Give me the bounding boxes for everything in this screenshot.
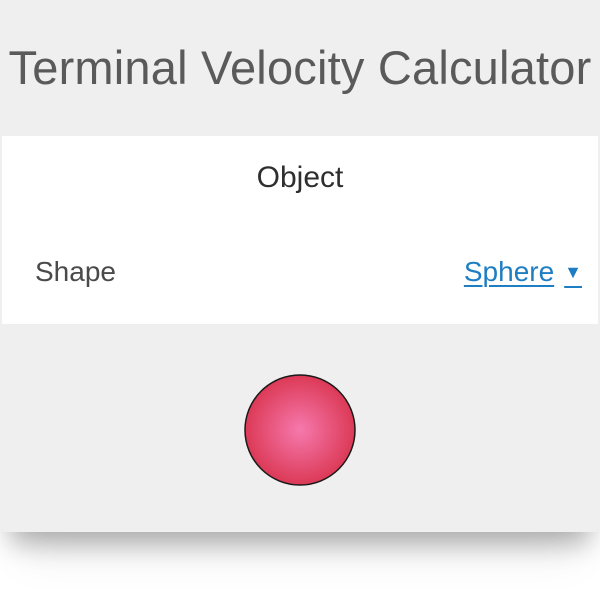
section-heading: Object (256, 161, 344, 194)
sphere-shape (244, 374, 356, 486)
shape-select-value[interactable]: Sphere (464, 251, 554, 293)
page-title: Terminal Velocity Calculator (8, 41, 592, 94)
shape-label: Shape (35, 256, 116, 287)
calculator-card: Terminal Velocity Calculator Object Shap… (0, 0, 600, 532)
caret-down-icon[interactable]: ▼ (564, 251, 582, 293)
object-section: Object Shape Sphere ▼ (2, 136, 598, 324)
shape-select[interactable]: Sphere ▼ (464, 251, 582, 295)
shape-field-row: Shape Sphere ▼ (2, 251, 598, 295)
sphere-icon (244, 374, 356, 486)
